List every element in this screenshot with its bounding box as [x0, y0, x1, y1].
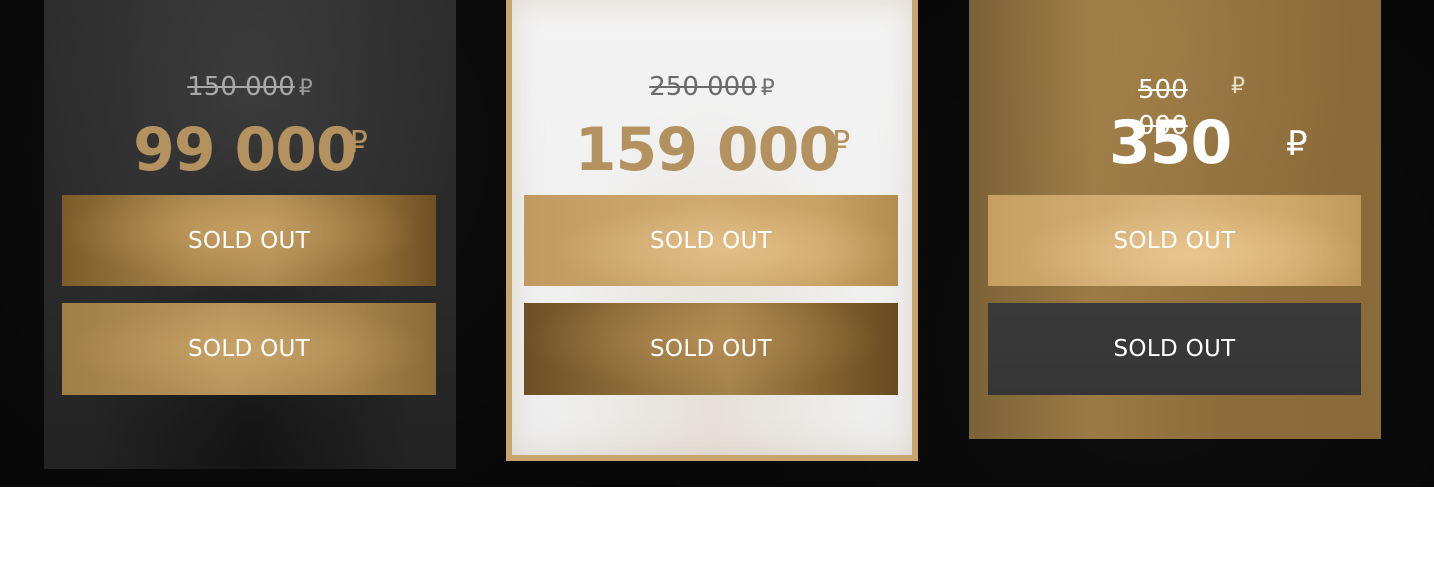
new-price: 159 000₽	[512, 108, 912, 185]
new-price-amount: 99 000	[133, 115, 358, 185]
sold-out-button[interactable]: SOLD OUT	[988, 195, 1361, 286]
sold-out-button[interactable]: SOLD OUT	[62, 303, 436, 395]
old-price: 250 000 ₽	[512, 72, 912, 104]
new-price-amount: 350	[1109, 108, 1232, 178]
old-price-currency: ₽	[760, 76, 775, 101]
new-price-amount: 159 000	[574, 115, 840, 185]
pricing-card-standard: 250 000 ₽ 159 000₽ SOLD OUT SOLD OUT	[506, 0, 918, 461]
old-price-amount: 250 000	[649, 72, 757, 102]
new-price: 99 000₽	[44, 108, 456, 185]
new-price-currency: ₽	[1286, 124, 1308, 164]
pricing-section: 150 000 ₽ 99 000₽ SOLD OUT SOLD OUT 250 0…	[0, 0, 1434, 487]
sold-out-button[interactable]: SOLD OUT	[988, 303, 1361, 395]
sold-out-button[interactable]: SOLD OUT	[62, 195, 436, 286]
old-price-currency: ₽	[298, 76, 313, 101]
pricing-card-basic: 150 000 ₽ 99 000₽ SOLD OUT SOLD OUT	[44, 0, 456, 469]
old-price-currency: ₽	[1231, 74, 1245, 99]
new-price-currency: ₽	[348, 125, 368, 160]
sold-out-button[interactable]: SOLD OUT	[524, 303, 898, 395]
sold-out-button[interactable]: SOLD OUT	[524, 195, 898, 286]
old-price-amount: 150 000	[187, 72, 295, 102]
new-price-currency: ₽	[831, 125, 850, 160]
pricing-card-premium: 500 000 ₽ 350 ₽ SOLD OUT SOLD OUT	[969, 0, 1381, 439]
old-price: 150 000 ₽	[44, 72, 456, 104]
